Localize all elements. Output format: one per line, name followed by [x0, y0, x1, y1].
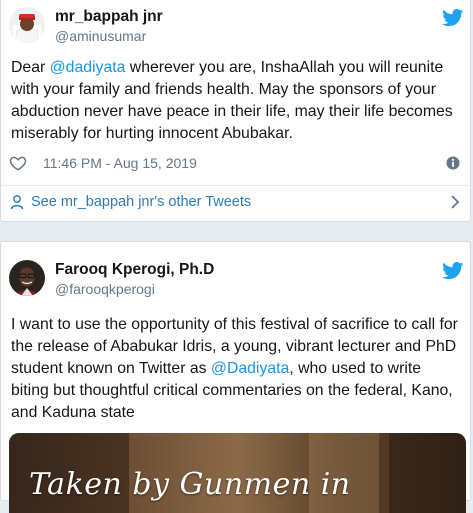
tweet-2-header: Farooq Kperogi, Ph.D @farooqkperogi: [9, 260, 214, 298]
mention-link[interactable]: @Dadiyata: [211, 360, 289, 377]
info-icon[interactable]: [446, 156, 460, 170]
see-other-tweets-label: See mr_bappah jnr's other Tweets: [31, 194, 252, 210]
user-handle[interactable]: @farooqkperogi: [55, 280, 214, 298]
twitter-bird-icon[interactable]: [442, 262, 464, 280]
photo-shade: [389, 433, 466, 513]
twitter-bird-icon[interactable]: [442, 9, 464, 27]
tweet-1-text: Dear @dadiyata wherever you are, InshaAl…: [11, 57, 458, 145]
timestamp[interactable]: 11:46 PM - Aug 15, 2019: [43, 155, 197, 171]
divider: [1, 185, 470, 186]
chevron-right-icon: [450, 195, 460, 209]
avatar[interactable]: [9, 7, 45, 43]
user-handle[interactable]: @aminusumar: [55, 27, 163, 45]
tweet-card-2: Farooq Kperogi, Ph.D @farooqkperogi I wa…: [0, 241, 471, 513]
heart-icon[interactable]: [9, 154, 27, 172]
tweet-1-meta: 11:46 PM - Aug 15, 2019: [9, 154, 460, 172]
display-name[interactable]: Farooq Kperogi, Ph.D: [55, 260, 214, 280]
avatar[interactable]: [9, 260, 45, 296]
display-name[interactable]: mr_bappah jnr: [55, 7, 163, 27]
tweet-photo[interactable]: Taken by Gunmen in: [9, 433, 466, 513]
tweet-text: Dear: [11, 59, 50, 76]
mention-link[interactable]: @dadiyata: [50, 59, 126, 76]
tweet-card-1: mr_bappah jnr @aminusumar Dear @dadiyata…: [0, 0, 471, 222]
person-icon: [9, 194, 25, 210]
tweet-1-header: mr_bappah jnr @aminusumar: [9, 7, 163, 45]
see-other-tweets-link[interactable]: See mr_bappah jnr's other Tweets: [9, 194, 460, 210]
photo-caption: Taken by Gunmen in: [29, 467, 351, 502]
tweet-2-text: I want to use the opportunity of this fe…: [11, 314, 458, 424]
